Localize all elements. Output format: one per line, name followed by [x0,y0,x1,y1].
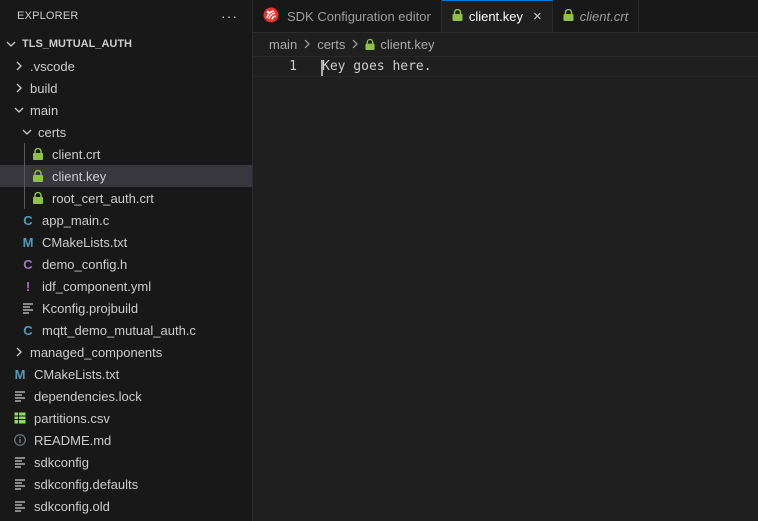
indent-guide [24,143,25,165]
info-icon [12,434,28,446]
tab-label: SDK Configuration editor [287,8,431,24]
text-file-icon [20,302,36,314]
tree-file[interactable]: ! idf_component.yml [0,275,252,297]
cmake-icon: M [14,366,26,382]
tree-folder[interactable]: main [0,99,252,121]
explorer-title: EXPLORER [17,10,79,22]
tree-file[interactable]: root_cert_auth.crt [0,187,252,209]
chevron-right-icon [12,60,26,72]
chevron-right-icon [350,39,360,49]
tree-item-label: main [30,102,59,118]
tree-folder[interactable]: managed_components [0,341,252,363]
explorer-header: EXPLORER ··· [0,0,252,32]
text-file-icon [12,500,28,512]
lock-icon [30,170,46,182]
tree-item-label: sdkconfig [34,454,89,470]
tree-item-label: client.crt [52,146,101,162]
tree-item-label: CMakeLists.txt [34,366,120,382]
tree-file[interactable]: M CMakeLists.txt [0,231,252,253]
tree-file[interactable]: Kconfig.projbuild [0,297,252,319]
lock-icon [30,192,46,204]
tree-file[interactable]: sdkconfig.defaults [0,473,252,495]
tree-file[interactable]: sdkconfig.old [0,495,252,517]
code-text[interactable]: Key goes here. [321,59,432,76]
tree-file[interactable]: Capp_main.c [0,209,252,231]
text-file-icon [12,456,28,468]
yaml-icon: ! [25,278,31,294]
tree-item-label: sdkconfig.defaults [34,476,139,492]
tab-client-crt[interactable]: client.crt [553,0,640,32]
c-file-icon: C [23,322,33,338]
tree-item-label: sdkconfig.old [34,498,110,514]
chevron-right-icon [302,39,312,49]
text-file-icon [12,390,28,402]
code-line[interactable]: 1 Key goes here. [253,56,758,77]
c-file-icon: C [23,212,33,228]
breadcrumb-item-certs[interactable]: certs [317,37,345,52]
tree-item-label: demo_config.h [42,256,128,272]
tree-item-label: dependencies.lock [34,388,142,404]
tree-item-label: Kconfig.projbuild [42,300,139,316]
tree-item-label: client.key [52,168,107,184]
tree-folder[interactable]: build [0,77,252,99]
project-folder-header[interactable]: TLS_MUTUAL_AUTH [0,33,252,55]
tab-label: client.crt [579,8,629,24]
breadcrumb-item-file[interactable]: client.key [380,37,434,52]
tree-file[interactable]: Cdemo_config.h [0,253,252,275]
cmake-icon: M [22,234,34,250]
tree-folder[interactable]: certs [0,121,252,143]
header-file-icon: C [23,256,33,272]
espressif-icon [263,7,279,26]
more-actions-icon[interactable]: ··· [221,8,238,24]
lock-icon [452,8,463,24]
explorer-sidebar: EXPLORER ··· TLS_MUTUAL_AUTH .vscode buil… [0,0,253,521]
chevron-down-icon [20,126,34,138]
chevron-down-icon [12,104,26,116]
tab-bar: SDK Configuration editor client.key × cl… [253,0,758,33]
tab-client-key[interactable]: client.key × [441,0,553,32]
lock-icon [365,38,375,50]
tree-item-label: idf_component.yml [42,278,152,294]
tree-folder[interactable]: .vscode [0,55,252,77]
tree-file[interactable]: README.md [0,429,252,451]
tree-file[interactable]: partitions.csv [0,407,252,429]
tree-item-label: README.md [34,432,112,448]
tree-file[interactable]: M CMakeLists.txt [0,363,252,385]
project-name: TLS_MUTUAL_AUTH [22,38,132,50]
tree-item-label: app_main.c [42,212,110,228]
close-icon[interactable]: × [533,8,542,25]
indent-guide [24,187,25,209]
tree-item-label: partitions.csv [34,410,110,426]
line-number: 1 [289,59,297,74]
lock-icon [30,148,46,160]
text-file-icon [12,478,28,490]
tree-file[interactable]: Cmqtt_demo_mutual_auth.c [0,319,252,341]
chevron-down-icon [4,38,18,50]
tab-sdk-configuration-editor[interactable]: SDK Configuration editor [253,0,442,32]
tree-item-label: mqtt_demo_mutual_auth.c [42,322,196,338]
indent-guide [24,165,25,187]
lock-icon [563,8,574,24]
tree-file[interactable]: dependencies.lock [0,385,252,407]
breadcrumb-item-main[interactable]: main [269,37,297,52]
tab-label: client.key [468,9,524,24]
code-content: Key goes here. [322,59,432,74]
tree-item-label: certs [38,124,67,140]
tree-item-label: CMakeLists.txt [42,234,128,250]
chevron-right-icon [12,82,26,94]
tree-file[interactable]: sdkconfig [0,451,252,473]
tree-item-label: root_cert_auth.crt [52,190,154,206]
breadcrumb: main certs client.key [253,33,758,55]
tree-file[interactable]: client.crt [0,143,252,165]
tree-item-label: managed_components [30,344,163,360]
text-cursor [321,60,323,76]
chevron-right-icon [12,346,26,358]
tree-item-label: build [30,80,58,96]
tree-item-label: .vscode [30,58,75,74]
tree-file[interactable]: client.key [0,165,252,187]
editor-area: SDK Configuration editor client.key × cl… [253,0,758,521]
csv-icon [12,412,28,424]
file-tree: .vscode build main certs client.crt client.ke… [0,55,252,517]
